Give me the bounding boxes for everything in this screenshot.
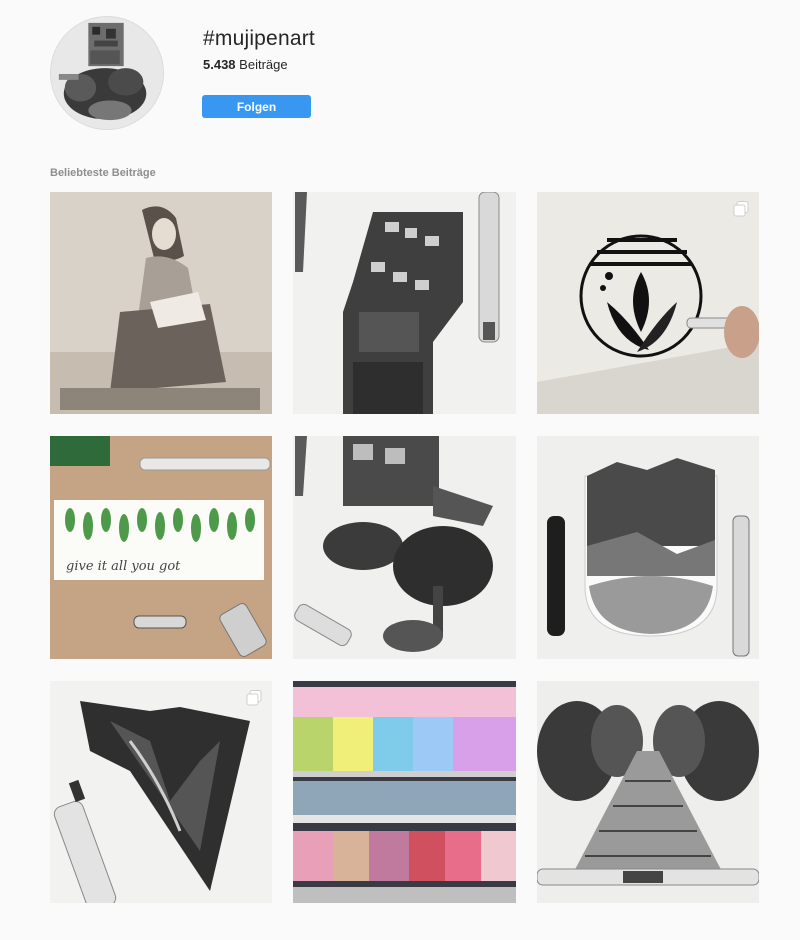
post-image-3 xyxy=(537,192,759,414)
post-tile-4[interactable]: give it all you got xyxy=(50,436,272,659)
post-tile-1[interactable] xyxy=(50,192,272,414)
post-tile-5[interactable] xyxy=(293,436,516,659)
post-image-2 xyxy=(293,192,516,414)
post-image-8 xyxy=(293,681,516,903)
post-image-5 xyxy=(293,436,516,659)
post-image-6 xyxy=(537,436,759,659)
section-title: Beliebteste Beiträge xyxy=(50,167,156,179)
post-tile-6[interactable] xyxy=(537,436,759,659)
post-tile-2[interactable] xyxy=(293,192,516,414)
hashtag-avatar xyxy=(50,16,164,130)
post-tile-9[interactable] xyxy=(537,681,759,903)
post-tile-8[interactable] xyxy=(293,681,516,903)
post-count: 5.438 Beiträge xyxy=(203,57,288,72)
follow-button[interactable]: Folgen xyxy=(202,95,311,118)
post-tile-7[interactable] xyxy=(50,681,272,903)
post-count-value: 5.438 xyxy=(203,57,236,72)
hashtag-title: #mujipenart xyxy=(203,27,315,50)
multiple-posts-icon xyxy=(733,201,749,217)
post-count-label: Beiträge xyxy=(239,57,288,72)
multiple-posts-icon xyxy=(246,690,262,706)
post-image-4: give it all you got xyxy=(50,436,272,659)
post-image-1 xyxy=(50,192,272,414)
post-tile-3[interactable] xyxy=(537,192,759,414)
post-image-9 xyxy=(537,681,759,903)
leaves-caption: give it all you got xyxy=(66,559,181,574)
post-image-7 xyxy=(50,681,272,903)
posts-grid: give it all you got xyxy=(50,192,760,903)
